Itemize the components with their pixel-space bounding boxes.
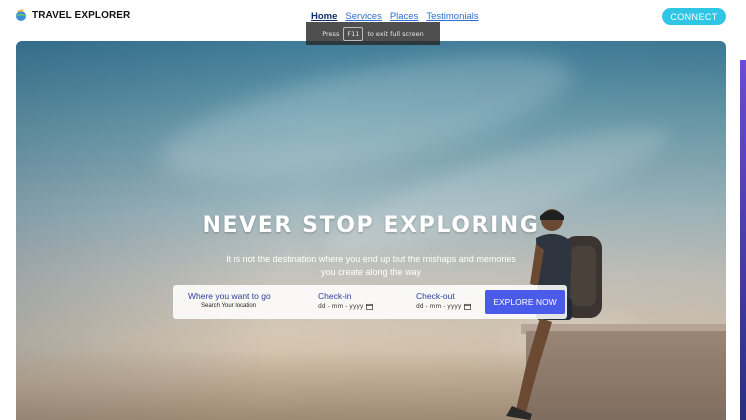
hero-section: NEVER STOP EXPLORING It is not the desti… bbox=[16, 41, 726, 420]
checkin-date-value: dd - mm - yyyy bbox=[318, 303, 364, 310]
destination-field[interactable]: Where you want to go Search Your locatio… bbox=[188, 291, 271, 309]
main-nav: Home Services Places Testimonials bbox=[311, 11, 479, 22]
calendar-icon[interactable] bbox=[366, 303, 374, 310]
checkout-date-input[interactable]: dd - mm - yyyy bbox=[416, 303, 472, 310]
fullscreen-hint-prefix: Press bbox=[322, 29, 340, 38]
connect-button[interactable]: CONNECT bbox=[662, 8, 726, 25]
checkout-field[interactable]: Check-out dd - mm - yyyy bbox=[416, 291, 472, 310]
explore-now-button[interactable]: EXPLORE NOW bbox=[485, 290, 565, 314]
nav-services[interactable]: Services bbox=[345, 11, 381, 22]
hero-subtitle: It is not the destination where you end … bbox=[226, 254, 516, 277]
hero-title: NEVER STOP EXPLORING bbox=[202, 213, 540, 238]
fullscreen-hint: Press F11 to exit full screen bbox=[306, 22, 440, 45]
destination-label: Where you want to go bbox=[188, 291, 271, 301]
brand[interactable]: TRAVEL EXPLORER bbox=[14, 8, 130, 22]
search-panel: Where you want to go Search Your locatio… bbox=[173, 285, 567, 319]
nav-home[interactable]: Home bbox=[311, 11, 337, 22]
checkin-field[interactable]: Check-in dd - mm - yyyy bbox=[318, 291, 374, 310]
fullscreen-hint-suffix: to exit full screen bbox=[367, 29, 424, 38]
page-scrollbar[interactable] bbox=[740, 60, 746, 420]
calendar-icon[interactable] bbox=[464, 303, 472, 310]
globe-plane-icon bbox=[16, 9, 26, 21]
checkin-date-input[interactable]: dd - mm - yyyy bbox=[318, 303, 374, 310]
checkout-date-value: dd - mm - yyyy bbox=[416, 303, 462, 310]
f11-key: F11 bbox=[343, 26, 364, 41]
nav-testimonials[interactable]: Testimonials bbox=[426, 11, 478, 22]
checkout-label: Check-out bbox=[416, 291, 455, 301]
nav-places[interactable]: Places bbox=[390, 11, 419, 22]
checkin-label: Check-in bbox=[318, 291, 352, 301]
brand-name: TRAVEL EXPLORER bbox=[32, 9, 131, 21]
destination-input[interactable]: Search Your location bbox=[188, 303, 271, 309]
